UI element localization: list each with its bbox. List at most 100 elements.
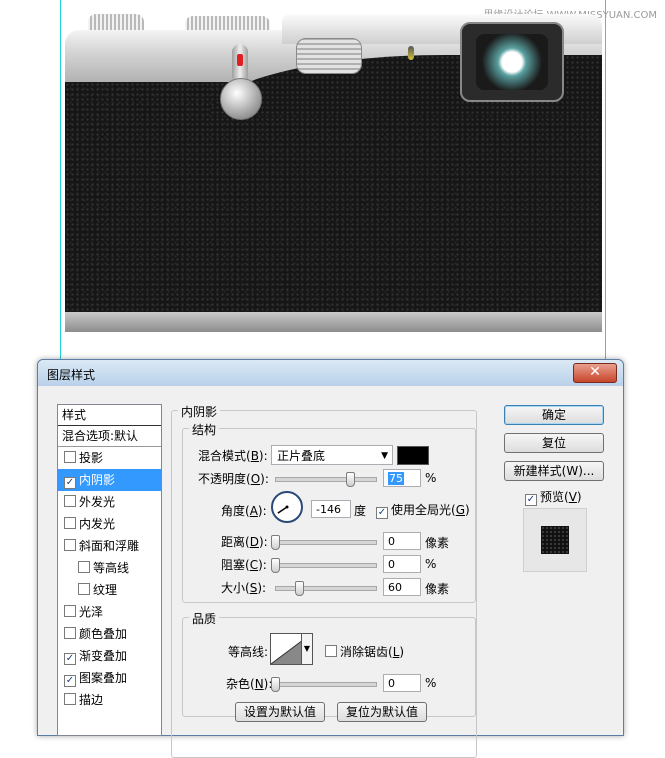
- distance-unit: 像素: [425, 536, 450, 550]
- choke-slider-thumb[interactable]: [271, 558, 280, 573]
- contour-label: 等高线:: [228, 645, 269, 659]
- dialog-body: 样式 混合选项:默认 投影 ✓ 内阴影 外发光 内发光 斜面和浮雕 等高线 纹理 光泽 颜色叠加 ✓…: [43, 390, 618, 758]
- style-item-label: 内发光: [79, 517, 116, 531]
- quality-group: 品质: [182, 610, 476, 717]
- choke-slider-track[interactable]: [275, 563, 377, 568]
- size-label: 大小(S):: [221, 581, 267, 595]
- style-item[interactable]: ✓ 图案叠加: [58, 667, 161, 689]
- style-item-checkbox[interactable]: [64, 495, 76, 507]
- camera-viewfinder: [460, 22, 564, 102]
- size-input[interactable]: 60: [383, 578, 421, 596]
- chevron-down-icon: ▼: [303, 644, 311, 653]
- size-slider-track[interactable]: [275, 586, 377, 591]
- inner-shadow-title: 内阴影: [178, 403, 221, 420]
- style-item-checkbox[interactable]: ✓: [64, 477, 76, 489]
- distance-slider-thumb[interactable]: [271, 535, 280, 550]
- style-item-label: 等高线: [93, 561, 130, 575]
- close-button[interactable]: ✕: [573, 363, 617, 383]
- choke-unit: %: [425, 557, 437, 571]
- camera-leather: [65, 82, 602, 314]
- close-icon: ✕: [589, 364, 601, 380]
- style-items: 投影 ✓ 内阴影 外发光 内发光 斜面和浮雕 等高线 纹理 光泽 颜色叠加 ✓ 渐变叠加 ✓ 图案叠加 描边: [58, 447, 161, 711]
- style-item[interactable]: ✓ 内阴影: [58, 469, 161, 491]
- set-default-button[interactable]: 设置为默认值: [235, 702, 325, 722]
- ok-button[interactable]: 确定: [504, 405, 604, 425]
- styles-header[interactable]: 样式: [58, 405, 161, 426]
- blend-mode-select[interactable]: 正片叠底 ▼: [271, 445, 393, 465]
- angle-unit: 度: [354, 504, 367, 518]
- size-unit: 像素: [425, 582, 450, 596]
- camera-red-mark: [237, 54, 243, 66]
- reset-button[interactable]: 复位: [504, 433, 604, 453]
- style-item-label: 斜面和浮雕: [79, 539, 140, 553]
- style-item-label: 投影: [79, 451, 104, 465]
- style-item-label: 光泽: [79, 605, 104, 619]
- preview-check-icon: ✓: [525, 494, 537, 506]
- style-item[interactable]: 光泽: [58, 601, 161, 623]
- global-light-check-icon: ✓: [376, 507, 388, 519]
- style-item-checkbox[interactable]: [64, 539, 76, 551]
- camera-knob: [220, 78, 262, 120]
- noise-unit: %: [425, 676, 437, 690]
- styles-list: 样式 混合选项:默认 投影 ✓ 内阴影 外发光 内发光 斜面和浮雕 等高线 纹理 光泽 颜色叠加 ✓…: [57, 404, 162, 736]
- style-item[interactable]: ✓ 渐变叠加: [58, 645, 161, 667]
- noise-slider-track[interactable]: [275, 682, 377, 687]
- choke-label: 阻塞(C):: [221, 558, 267, 572]
- style-preview-swatch: [541, 526, 569, 554]
- chevron-down-icon: ▼: [381, 451, 388, 461]
- size-slider-thumb[interactable]: [295, 581, 304, 596]
- opacity-unit: %: [425, 471, 437, 485]
- shadow-color-swatch[interactable]: [397, 446, 429, 465]
- style-item-checkbox[interactable]: [64, 605, 76, 617]
- style-item-checkbox[interactable]: ✓: [64, 653, 76, 665]
- noise-label: 杂色(N):: [226, 677, 273, 691]
- choke-input[interactable]: 0: [383, 555, 421, 573]
- blend-mode-label: 混合模式(B):: [198, 449, 268, 463]
- style-item-label: 纹理: [93, 583, 118, 597]
- style-item-checkbox[interactable]: ✓: [64, 675, 76, 687]
- angle-input[interactable]: -146: [311, 500, 351, 518]
- style-item-checkbox[interactable]: [64, 451, 76, 463]
- opacity-slider-track[interactable]: [275, 477, 377, 482]
- antialias-check-icon: [325, 645, 337, 657]
- dialog-title: 图层样式: [47, 368, 96, 382]
- camera-bottom-plate: [65, 312, 602, 332]
- style-item[interactable]: 外发光: [58, 491, 161, 513]
- opacity-input[interactable]: 75: [383, 469, 421, 487]
- style-item-label: 图案叠加: [79, 671, 128, 685]
- noise-input[interactable]: 0: [383, 674, 421, 692]
- style-item[interactable]: 颜色叠加: [58, 623, 161, 645]
- opacity-slider-thumb[interactable]: [346, 472, 355, 487]
- dialog-titlebar[interactable]: 图层样式 ✕: [38, 360, 623, 386]
- style-item-checkbox[interactable]: [64, 517, 76, 529]
- style-item[interactable]: 投影: [58, 447, 161, 469]
- camera-led: [408, 46, 414, 60]
- style-item-label: 内阴影: [79, 473, 116, 487]
- camera-window-grille: [296, 38, 362, 74]
- style-item-checkbox[interactable]: [78, 561, 90, 573]
- blend-mode-value: 正片叠底: [277, 449, 326, 463]
- style-item-checkbox[interactable]: [64, 693, 76, 705]
- quality-title: 品质: [189, 610, 220, 627]
- preview-checkbox[interactable]: ✓ 预览(V): [525, 488, 582, 506]
- contour-dropdown-button[interactable]: ▼: [301, 633, 313, 665]
- style-item[interactable]: 内发光: [58, 513, 161, 535]
- style-item[interactable]: 纹理: [58, 579, 161, 601]
- angle-dial-needle: [277, 505, 289, 514]
- style-item[interactable]: 斜面和浮雕: [58, 535, 161, 557]
- style-item[interactable]: 等高线: [58, 557, 161, 579]
- blend-options-item[interactable]: 混合选项:默认: [58, 426, 161, 447]
- style-item-checkbox[interactable]: [78, 583, 90, 595]
- reset-default-button[interactable]: 复位为默认值: [337, 702, 427, 722]
- distance-slider-track[interactable]: [275, 540, 377, 545]
- style-preview-thumbnail: [523, 508, 587, 572]
- new-style-button[interactable]: 新建样式(W)...: [504, 461, 604, 481]
- antialias-checkbox[interactable]: 消除锯齿(L): [325, 643, 404, 660]
- distance-input[interactable]: 0: [383, 532, 421, 550]
- global-light-checkbox[interactable]: ✓ 使用全局光(G): [376, 501, 470, 519]
- angle-dial[interactable]: [271, 491, 303, 523]
- style-item-checkbox[interactable]: [64, 627, 76, 639]
- opacity-label: 不透明度(O):: [198, 472, 269, 486]
- noise-slider-thumb[interactable]: [271, 677, 280, 692]
- style-item[interactable]: 描边: [58, 689, 161, 711]
